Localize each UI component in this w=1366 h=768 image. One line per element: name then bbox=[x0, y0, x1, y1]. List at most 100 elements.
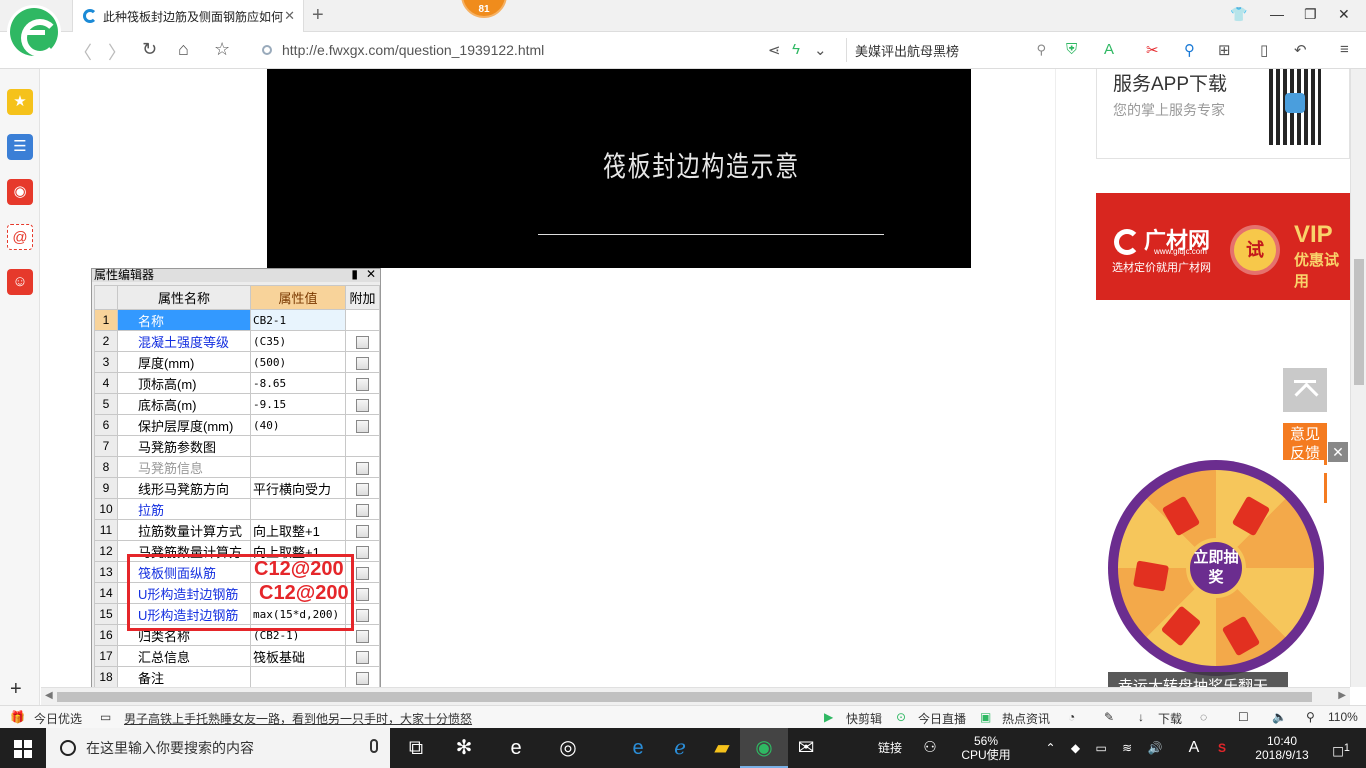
extra-checkbox[interactable] bbox=[356, 524, 369, 538]
ad-close-icon[interactable]: ✕ bbox=[1328, 442, 1348, 462]
scroll-right-icon[interactable]: ▶ bbox=[1338, 690, 1346, 701]
hot-news-link[interactable]: 热点资讯 bbox=[1002, 710, 1050, 727]
horizontal-scrollbar[interactable]: ◀ ▶ bbox=[41, 687, 1350, 705]
new-tab-icon[interactable]: + bbox=[312, 4, 324, 27]
mail-app-icon[interactable]: ✉ bbox=[782, 728, 830, 768]
back-icon[interactable]: 〈 bbox=[74, 39, 92, 65]
table-row[interactable]: 1 名称 CB2-1 bbox=[94, 309, 380, 331]
property-name[interactable]: 保护层厚度(mm) bbox=[117, 414, 251, 436]
scissors-icon[interactable]: ✂ bbox=[1146, 41, 1159, 59]
property-value[interactable] bbox=[250, 456, 346, 478]
lightning-icon[interactable]: ϟ bbox=[792, 41, 800, 58]
property-value[interactable] bbox=[250, 435, 346, 457]
extra-checkbox[interactable] bbox=[356, 503, 369, 517]
property-value[interactable]: (C35) bbox=[250, 330, 346, 352]
property-name[interactable]: 拉筋 bbox=[117, 498, 251, 520]
home-icon[interactable]: ⌂ bbox=[178, 39, 189, 60]
favorites-icon[interactable]: ★ bbox=[7, 89, 33, 115]
property-value[interactable] bbox=[250, 498, 346, 520]
table-row[interactable]: 3 厚度(mm) (500) bbox=[94, 351, 380, 373]
zoom-icon[interactable]: ⚲ bbox=[1306, 710, 1315, 724]
wheel[interactable]: 立即抽奖 bbox=[1108, 460, 1324, 676]
property-value[interactable] bbox=[250, 666, 346, 687]
property-name[interactable]: 顶标高(m) bbox=[117, 372, 251, 394]
link-label[interactable]: 链接 bbox=[870, 728, 910, 768]
url-field[interactable]: http://e.fwxgx.com/question_1939122.html bbox=[262, 38, 842, 62]
share-icon[interactable]: ⋖ bbox=[768, 41, 781, 59]
property-value[interactable]: 向上取整+1 bbox=[250, 519, 346, 541]
add-sidebar-icon[interactable]: + bbox=[10, 678, 22, 701]
horizontal-scroll-thumb[interactable] bbox=[57, 692, 1312, 702]
table-row[interactable]: 9 线形马凳筋方向 平行横向受力 bbox=[94, 477, 380, 499]
microphone-icon[interactable] bbox=[370, 739, 378, 753]
close-window-icon[interactable]: ✕ bbox=[1338, 6, 1350, 23]
extra-checkbox[interactable] bbox=[356, 566, 369, 580]
today-pick-link[interactable]: 今日优选 bbox=[34, 710, 82, 727]
back-to-top-button[interactable] bbox=[1283, 368, 1327, 412]
cpu-monitor[interactable]: 56% CPU使用 bbox=[960, 728, 1012, 768]
extra-checkbox[interactable] bbox=[356, 377, 369, 391]
reading-list-icon[interactable]: ☰ bbox=[7, 134, 33, 160]
property-name[interactable]: 拉筋数量计算方式 bbox=[117, 519, 251, 541]
property-value[interactable]: CB2-1 bbox=[250, 309, 346, 331]
extra-checkbox[interactable] bbox=[356, 461, 369, 475]
minimize-icon[interactable]: — bbox=[1270, 6, 1284, 22]
shield-icon[interactable]: ⛨ bbox=[1066, 41, 1077, 58]
property-name[interactable]: 汇总信息 bbox=[117, 645, 251, 667]
action-center-icon[interactable]: ☐1 bbox=[1326, 728, 1356, 768]
restore-icon[interactable]: ❐ bbox=[1304, 6, 1317, 23]
property-name[interactable]: 底标高(m) bbox=[117, 393, 251, 415]
panel-close-icon[interactable]: ✕ bbox=[366, 268, 376, 281]
table-row[interactable]: 7 马凳筋参数图 bbox=[94, 435, 380, 457]
extra-checkbox[interactable] bbox=[356, 671, 369, 685]
extra-checkbox[interactable] bbox=[356, 398, 369, 412]
translate-icon[interactable]: A bbox=[1104, 41, 1114, 58]
extra-checkbox[interactable] bbox=[356, 356, 369, 370]
browser-logo-icon[interactable] bbox=[10, 8, 59, 57]
clock[interactable]: 10:40 2018/9/13 bbox=[1244, 728, 1320, 768]
start-button[interactable] bbox=[0, 728, 46, 768]
menu-icon[interactable]: ≡ bbox=[1340, 41, 1349, 58]
speed-icon[interactable]: ◔ bbox=[1068, 710, 1075, 724]
browser-taskbar-icon[interactable]: ◉ bbox=[740, 728, 788, 768]
gldjc-ad-banner[interactable]: 广材网 www.gldjc.com 选材定价就用广材网 试 VIP 优惠试用 bbox=[1096, 193, 1350, 300]
system-tray-icons[interactable]: ⌃ ◆ ▭ ≋ 🔊 ⌨ bbox=[1032, 728, 1182, 768]
notification-badge[interactable]: 81 bbox=[461, 0, 507, 18]
window-icon[interactable]: ☐ bbox=[1238, 710, 1249, 724]
extra-checkbox[interactable] bbox=[356, 419, 369, 433]
hot-search-box[interactable]: 美媒评出航母黑榜 ⚲ bbox=[846, 38, 1046, 62]
weibo-icon[interactable]: ◉ bbox=[7, 179, 33, 205]
mail-icon[interactable]: @ bbox=[7, 224, 33, 250]
table-row[interactable]: 11 拉筋数量计算方式 向上取整+1 bbox=[94, 519, 380, 541]
property-name[interactable]: 混凝土强度等级 bbox=[117, 330, 251, 352]
forward-icon[interactable]: 〉 bbox=[108, 39, 126, 65]
pin-tool-icon[interactable]: ✎ bbox=[1104, 710, 1114, 724]
quick-clip-link[interactable]: 快剪辑 bbox=[846, 710, 882, 727]
table-row[interactable]: 10 拉筋 bbox=[94, 498, 380, 520]
ie-app-icon[interactable]: e bbox=[492, 728, 540, 768]
people-icon[interactable]: ⚇ bbox=[918, 728, 942, 768]
tab-active[interactable]: 此种筏板封边筋及侧面钢筋应如何 ✕ bbox=[72, 0, 304, 32]
qq-app-icon[interactable]: ◎ bbox=[544, 728, 592, 768]
favorite-star-icon[interactable]: ☆ bbox=[214, 39, 230, 60]
refresh-icon[interactable]: ↻ bbox=[142, 39, 157, 60]
table-row[interactable]: 4 顶标高(m) -8.65 bbox=[94, 372, 380, 394]
extra-checkbox[interactable] bbox=[356, 629, 369, 643]
live-link[interactable]: 今日直播 bbox=[918, 710, 966, 727]
property-name[interactable]: 厚度(mm) bbox=[117, 351, 251, 373]
table-row[interactable]: 2 混凝土强度等级 (C35) bbox=[94, 330, 380, 352]
extra-checkbox[interactable] bbox=[356, 587, 369, 601]
property-value[interactable]: -9.15 bbox=[250, 393, 346, 415]
skin-shirt-icon[interactable]: 👕 bbox=[1230, 6, 1247, 23]
vertical-scroll-thumb[interactable] bbox=[1354, 259, 1364, 385]
magnifier-icon[interactable]: ⚲ bbox=[1184, 41, 1195, 59]
property-value[interactable]: 平行横向受力 bbox=[250, 477, 346, 499]
property-value[interactable]: (500) bbox=[250, 351, 346, 373]
spin-button[interactable]: 立即抽奖 bbox=[1186, 538, 1246, 598]
table-row[interactable]: 6 保护层厚度(mm) (40) bbox=[94, 414, 380, 436]
feedback-button[interactable]: 意见反馈 bbox=[1283, 423, 1327, 465]
download-icon[interactable]: ↓ bbox=[1138, 710, 1144, 724]
taskbar-search[interactable]: 在这里输入你要搜索的内容 bbox=[46, 728, 390, 768]
undo-icon[interactable]: ↶ bbox=[1294, 41, 1307, 59]
vertical-scrollbar[interactable] bbox=[1350, 69, 1366, 687]
